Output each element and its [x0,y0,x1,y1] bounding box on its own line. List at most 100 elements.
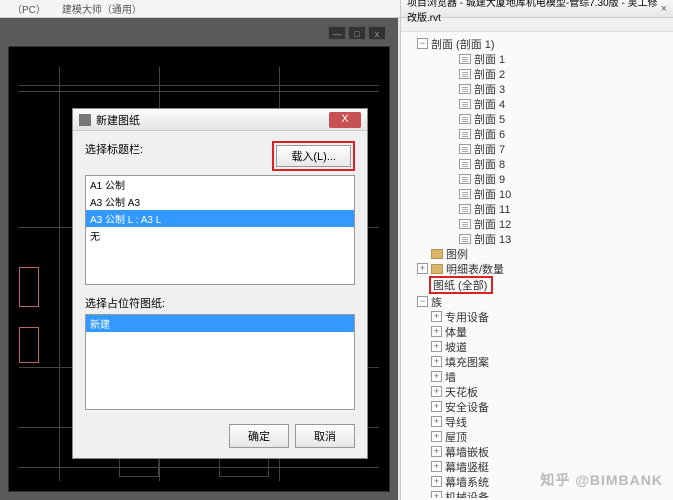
load-button[interactable]: 载入(L)... [276,145,351,167]
expander-icon [445,203,456,214]
expander-icon [445,233,456,244]
cancel-button[interactable]: 取消 [295,424,355,448]
dialog-title-text: 新建图纸 [96,112,329,128]
tree-family-item[interactable]: +幕墙嵌板 [403,444,671,459]
tree-section-item[interactable]: 剖面 3 [403,81,671,96]
tree-section-item[interactable]: 剖面 6 [403,126,671,141]
project-tree[interactable]: −剖面 (剖面 1)剖面 1剖面 2剖面 3剖面 4剖面 5剖面 6剖面 7剖面… [401,32,673,498]
tree-family-item[interactable]: +填充图案 [403,354,671,369]
expander-icon[interactable]: + [431,311,442,322]
tree-family-item[interactable]: +专用设备 [403,309,671,324]
tree-label: 天花板 [445,384,478,400]
placeholder-item[interactable]: 新建 [86,315,354,332]
tree-family-item[interactable]: +机械设备 [403,489,671,498]
tree-label: 剖面 (剖面 1) [431,36,495,52]
expander-icon[interactable]: + [431,386,442,397]
expander-icon[interactable]: + [431,446,442,457]
expander-icon[interactable]: + [431,461,442,472]
expander-icon[interactable]: + [431,491,442,498]
load-button-highlight: 载入(L)... [272,141,355,171]
expander-icon[interactable]: + [431,416,442,427]
expander-icon [445,218,456,229]
close-icon[interactable]: x [368,26,386,40]
expander-icon [417,248,428,259]
tree-section-item[interactable]: 剖面 4 [403,96,671,111]
expander-icon[interactable]: − [417,38,428,49]
sheet-icon [459,129,471,139]
tree-label: 幕墙系统 [445,474,489,490]
tree-section-item[interactable]: 剖面 2 [403,66,671,81]
ribbon-tab-pc[interactable]: （PC） [4,0,54,18]
tree-family-item[interactable]: +幕墙竖梃 [403,459,671,474]
titleblock-item[interactable]: A3 公制 L : A3 L [86,210,354,227]
titleblock-item[interactable]: A1 公制 [86,176,354,193]
tree-family-item[interactable]: +天花板 [403,384,671,399]
tree-section-item[interactable]: 剖面 11 [403,201,671,216]
tree-label: 剖面 4 [474,96,505,112]
expander-icon[interactable]: + [431,341,442,352]
tree-family-item[interactable]: +墙 [403,369,671,384]
tree-family-item[interactable]: +坡道 [403,339,671,354]
expander-icon[interactable]: + [431,356,442,367]
tree-family-item[interactable]: +幕墙系统 [403,474,671,489]
tree-section-item[interactable]: 剖面 12 [403,216,671,231]
expander-icon [445,113,456,124]
tree-families-root[interactable]: −族 [403,294,671,309]
tree-section-item[interactable]: 剖面 10 [403,186,671,201]
sheet-icon [459,99,471,109]
titleblock-listbox[interactable]: A1 公制A3 公制 A3A3 公制 L : A3 L无 [85,175,355,285]
tree-section-item[interactable]: 剖面 13 [403,231,671,246]
tree-family-item[interactable]: +屋顶 [403,429,671,444]
sheet-icon [459,69,471,79]
tree-label: 坡道 [445,339,467,355]
tree-sections-root[interactable]: −剖面 (剖面 1) [403,36,671,51]
tree-section-item[interactable]: 剖面 7 [403,141,671,156]
tree-schedules[interactable]: + 明细表/数量 [403,261,671,276]
expander-icon [445,53,456,64]
maximize-icon[interactable]: □ [348,26,366,40]
tree-section-item[interactable]: 剖面 9 [403,171,671,186]
minimize-icon[interactable]: — [328,26,346,40]
tree-label: 专用设备 [445,309,489,325]
expander-icon[interactable]: + [431,401,442,412]
tree-family-item[interactable]: +导线 [403,414,671,429]
tree-sheets-label[interactable]: 图纸 (全部) [433,277,487,293]
ribbon-tab-master[interactable]: 建模大师（通用） [54,0,150,18]
expander-icon [445,68,456,79]
browser-header[interactable]: 项目浏览器 - 城建大厦地库机电模型-管综7.30版 - 吴工修改版.rvt × [401,0,673,18]
tree-label: 剖面 9 [474,171,505,187]
dialog-titlebar[interactable]: 新建图纸 X [73,109,367,131]
expander-icon[interactable]: + [431,431,442,442]
tree-family-item[interactable]: +安全设备 [403,399,671,414]
tree-legend[interactable]: 图例 [403,246,671,261]
tree-section-item[interactable]: 剖面 5 [403,111,671,126]
tree-section-item[interactable]: 剖面 8 [403,156,671,171]
expander-icon [445,98,456,109]
browser-close-icon[interactable]: × [661,3,667,15]
tree-label: 剖面 10 [474,186,511,202]
expander-icon [445,158,456,169]
tree-section-item[interactable]: 剖面 1 [403,51,671,66]
sheet-icon [459,114,471,124]
expander-icon[interactable]: + [417,263,428,274]
tree-family-item[interactable]: +体量 [403,324,671,339]
titleblock-item[interactable]: A3 公制 A3 [86,193,354,210]
ok-button[interactable]: 确定 [229,424,289,448]
expander-icon[interactable]: − [417,296,428,307]
expander-icon[interactable]: + [431,371,442,382]
sheet-icon [459,234,471,244]
tree-label: 屋顶 [445,429,467,445]
expander-icon[interactable]: + [431,476,442,487]
titleblock-item[interactable]: 无 [86,227,354,244]
placeholder-listbox[interactable]: 新建 [85,314,355,410]
sheet-icon [459,144,471,154]
expander-icon [445,173,456,184]
tree-label: 剖面 1 [474,51,505,67]
dialog-close-button[interactable]: X [329,112,361,128]
expander-icon [445,188,456,199]
sheet-icon [459,84,471,94]
dialog-icon [79,114,91,126]
project-browser-panel: 项目浏览器 - 城建大厦地库机电模型-管综7.30版 - 吴工修改版.rvt ×… [400,0,673,500]
tree-label: 明细表/数量 [446,261,504,277]
expander-icon[interactable]: + [431,326,442,337]
